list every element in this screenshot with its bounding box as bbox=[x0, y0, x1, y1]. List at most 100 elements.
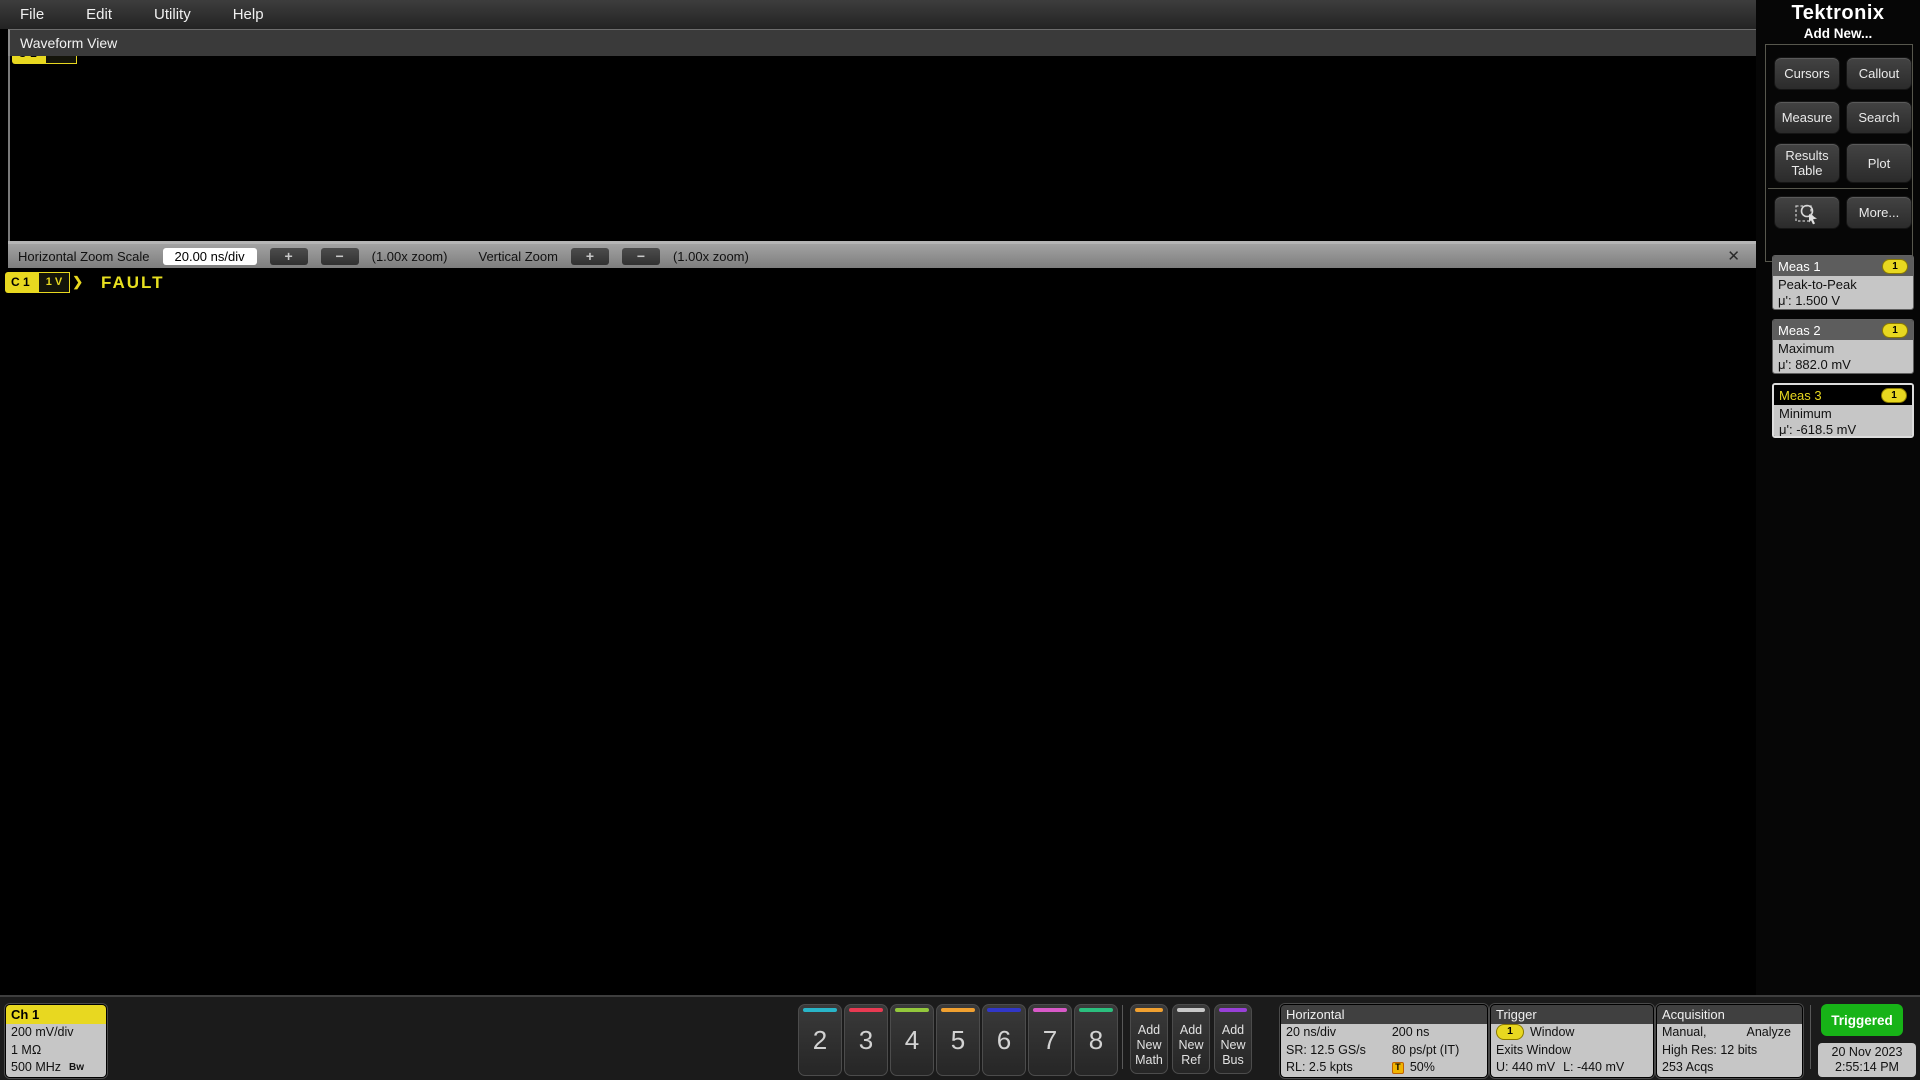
channel-color-stripe bbox=[895, 1008, 929, 1012]
channel-badge[interactable]: C 1 1 V ❯ bbox=[5, 272, 83, 293]
add-new-math-button[interactable]: Add New Math bbox=[1130, 1004, 1168, 1074]
channel-1-panel-row: 500 MHz Bw bbox=[11, 1059, 101, 1077]
zoom-select-button[interactable] bbox=[1774, 196, 1840, 229]
channel-1-panel[interactable]: Ch 1 200 mV/div 1 MΩ 500 MHz Bw bbox=[5, 1004, 107, 1078]
channel-color-stripe bbox=[803, 1008, 837, 1012]
horizontal-zoom-in-button[interactable]: + bbox=[269, 247, 308, 265]
vertical-zoom-factor: (1.00x zoom) bbox=[672, 248, 749, 264]
acquisition-panel-header: Acquisition bbox=[1657, 1005, 1802, 1024]
overview-waveform-svg[interactable] bbox=[10, 56, 1756, 241]
more-button[interactable]: More... bbox=[1846, 196, 1912, 229]
channel-1-panel-body: 200 mV/div 1 MΩ 500 MHz Bw bbox=[6, 1024, 106, 1077]
channel-button-4[interactable]: 4 bbox=[890, 1004, 934, 1076]
horizontal-panel-row: RL: 2.5 kpts T 50% bbox=[1286, 1060, 1435, 1074]
close-zoom-bar-icon[interactable]: ✕ bbox=[1727, 247, 1746, 265]
menu-item-utility[interactable]: Utility bbox=[154, 6, 191, 23]
measurement-card-3[interactable]: Meas 3 1 Minimum μ': -618.5 mV bbox=[1772, 383, 1914, 438]
measurement-card-1[interactable]: Meas 1 1 Peak-to-Peak μ': 1.500 V bbox=[1772, 255, 1914, 310]
channel-1-panel-row: 1 MΩ bbox=[11, 1042, 42, 1057]
horizontal-panel[interactable]: Horizontal 20 ns/div 200 ns SR: 12.5 GS/s 80… bbox=[1280, 1004, 1488, 1078]
channel-color-stripe bbox=[1033, 1008, 1067, 1012]
measurement-value: μ': 1.500 V bbox=[1778, 293, 1841, 308]
measurement-body: Minimum μ': -618.5 mV bbox=[1774, 405, 1912, 436]
acquisition-panel[interactable]: Acquisition Manual, Analyze High Res: 12 bi… bbox=[1656, 1004, 1803, 1078]
zoom-select-icon bbox=[1795, 204, 1817, 224]
sidebar-divider bbox=[1768, 188, 1908, 189]
measurement-body: Maximum μ': 882.0 mV bbox=[1773, 340, 1913, 373]
date-label: 20 Nov 2023 bbox=[1831, 1045, 1903, 1059]
measurement-source-badge: 1 bbox=[1881, 387, 1907, 403]
add-color-stripe bbox=[1135, 1008, 1163, 1012]
channel-button-5[interactable]: 5 bbox=[936, 1004, 980, 1076]
horizontal-zoom-out-button[interactable]: − bbox=[320, 247, 359, 265]
trigger-panel-body: 1 Window Exits Window U: 440 mV L: -440 mV bbox=[1491, 1024, 1653, 1077]
channel-badge-name: C 1 bbox=[5, 272, 38, 293]
vertical-zoom-in-button[interactable]: + bbox=[570, 247, 609, 265]
measurement-body: Peak-to-Peak μ': 1.500 V bbox=[1773, 276, 1913, 309]
overview-plot[interactable]: C 1 1 V bbox=[8, 56, 1756, 241]
menu-item-file[interactable]: File bbox=[20, 6, 44, 23]
add-new-bus-button[interactable]: Add New Bus bbox=[1214, 1004, 1252, 1074]
add-new-cursors-button[interactable]: Cursors bbox=[1774, 57, 1840, 90]
add-new-results-table-button[interactable]: Results Table bbox=[1774, 143, 1840, 183]
add-new-measure-button[interactable]: Measure bbox=[1774, 101, 1840, 134]
acquisition-panel-body: Manual, Analyze High Res: 12 bits 253 Acqs bbox=[1657, 1024, 1802, 1077]
add-new-search-button[interactable]: Search bbox=[1846, 101, 1912, 134]
main-waveform-svg[interactable] bbox=[0, 268, 1756, 995]
trigger-upper-level: U: 440 mV bbox=[1496, 1060, 1556, 1074]
horizontal-zoom-factor: (1.00x zoom) bbox=[371, 248, 448, 264]
menu-item-help[interactable]: Help bbox=[233, 6, 264, 23]
waveform-view-title: Waveform View bbox=[20, 35, 118, 51]
right-sidebar: Tektronix Add New... Meas 1 1 Peak-to-Peak… bbox=[1756, 0, 1920, 995]
channel-color-stripe bbox=[987, 1008, 1021, 1012]
add-color-stripe bbox=[1177, 1008, 1205, 1012]
main-waveform-plot[interactable]: C 1 1 V ❯ FAULT bbox=[0, 268, 1756, 995]
measurement-type: Minimum bbox=[1779, 406, 1832, 421]
overview-badge-name: C 1 bbox=[12, 56, 45, 64]
trigger-panel-header: Trigger bbox=[1491, 1005, 1653, 1024]
bandwidth-limit-icon: Bw bbox=[69, 1062, 85, 1073]
channel-badge-scale: 1 V bbox=[37, 272, 71, 293]
measurement-type: Peak-to-Peak bbox=[1778, 277, 1857, 292]
add-new-title: Add New... bbox=[1803, 26, 1873, 41]
trigger-panel[interactable]: Trigger 1 Window Exits Window U: 440 mV L: -4… bbox=[1490, 1004, 1654, 1078]
menu-item-edit[interactable]: Edit bbox=[86, 6, 112, 23]
add-new-plot-button[interactable]: Plot bbox=[1846, 143, 1912, 183]
horizontal-panel-body: 20 ns/div 200 ns SR: 12.5 GS/s 80 ps/pt (IT… bbox=[1281, 1024, 1487, 1077]
add-new-callout-button[interactable]: Callout bbox=[1846, 57, 1912, 90]
horizontal-panel-row: 20 ns/div 200 ns bbox=[1286, 1025, 1430, 1039]
overview-channel-badge: C 1 1 V bbox=[12, 56, 122, 65]
trigger-position-icon: T bbox=[1391, 1061, 1404, 1074]
zoom-controls-bar: Horizontal Zoom Scale 20.00 ns/div + − (… bbox=[8, 241, 1756, 268]
overview-badge-scale: 1 V bbox=[44, 56, 78, 64]
bottom-status-bar: Triggered 20 Nov 2023 2:55:14 PM Ch 1 200… bbox=[0, 995, 1920, 1080]
trigger-source-badge: 1 bbox=[1496, 1024, 1524, 1040]
measurement-card-2[interactable]: Meas 2 1 Maximum μ': 882.0 mV bbox=[1772, 319, 1914, 374]
waveform-view-tab[interactable]: Waveform View bbox=[8, 29, 1756, 56]
bottom-bar-divider bbox=[1122, 1005, 1123, 1069]
measurement-header: Meas 3 1 bbox=[1774, 385, 1912, 405]
channel-button-6[interactable]: 6 bbox=[982, 1004, 1026, 1076]
channel-1-panel-row: 200 mV/div bbox=[11, 1025, 74, 1039]
trigger-lower-level: L: -440 mV bbox=[1563, 1060, 1625, 1074]
measurement-name: Meas 1 bbox=[1778, 258, 1821, 274]
horizontal-zoom-scale-input[interactable]: 20.00 ns/div bbox=[162, 247, 257, 265]
measurement-name: Meas 3 bbox=[1779, 387, 1822, 403]
channel-button-2[interactable]: 2 bbox=[798, 1004, 842, 1076]
channel-badge-arrow-icon: ❯ bbox=[72, 274, 84, 289]
measurement-source-badge: 1 bbox=[1882, 322, 1908, 338]
tektronix-logo: Tektronix bbox=[1791, 2, 1885, 24]
datetime-badge: 20 Nov 2023 2:55:14 PM bbox=[1818, 1043, 1916, 1077]
measurement-header: Meas 2 1 bbox=[1773, 320, 1913, 340]
add-new-ref-button[interactable]: Add New Ref bbox=[1172, 1004, 1210, 1074]
add-color-stripe bbox=[1219, 1008, 1247, 1012]
bottom-bar-divider bbox=[1810, 1005, 1811, 1069]
channel-button-3[interactable]: 3 bbox=[844, 1004, 888, 1076]
channel-color-stripe bbox=[1079, 1008, 1113, 1012]
menu-bar: File Edit Utility Help bbox=[0, 0, 1756, 29]
channel-button-8[interactable]: 8 bbox=[1074, 1004, 1118, 1076]
channel-button-7[interactable]: 7 bbox=[1028, 1004, 1072, 1076]
horizontal-zoom-scale-label: Horizontal Zoom Scale bbox=[18, 248, 150, 264]
vertical-zoom-out-button[interactable]: − bbox=[621, 247, 660, 265]
fault-annotation: FAULT bbox=[101, 273, 165, 292]
